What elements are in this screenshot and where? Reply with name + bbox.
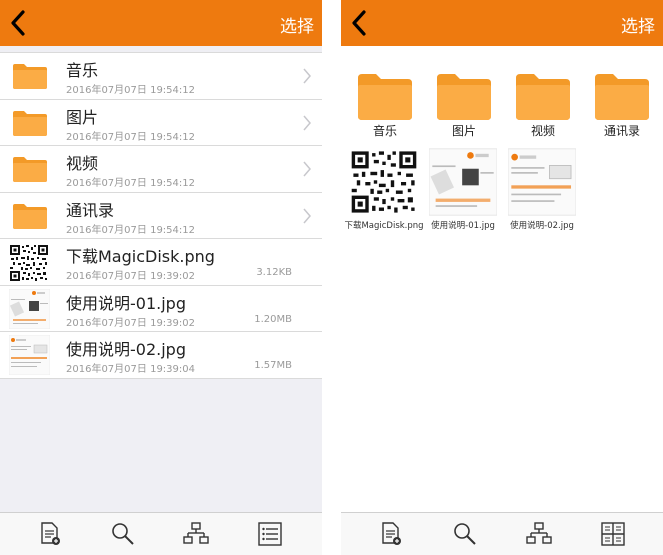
search-icon[interactable] bbox=[110, 521, 136, 547]
file-label: 下载MagicDisk.png bbox=[344, 221, 424, 231]
folder-icon bbox=[13, 157, 47, 182]
file-list: 音乐 2016年07月07日 19:54:12 图片 2016年07月07日 1… bbox=[0, 52, 322, 379]
list-item[interactable]: 视频 2016年07月07日 19:54:12 bbox=[0, 146, 322, 193]
item-date: 2016年07月07日 19:54:12 bbox=[66, 224, 195, 236]
bottom-toolbar bbox=[0, 512, 322, 555]
folder-icon[interactable] bbox=[593, 64, 651, 130]
grid-view-screen: 选择 音乐 图片 视频 通讯录 下载MagicDisk.png 使用说明-01.… bbox=[341, 0, 663, 555]
document-thumbnail bbox=[9, 288, 50, 329]
item-date: 2016年07月07日 19:39:04 bbox=[66, 364, 195, 375]
item-date: 2016年07月07日 19:54:12 bbox=[66, 85, 195, 96]
file-label: 使用说明-01.jpg bbox=[431, 221, 495, 231]
folder-icon bbox=[13, 64, 47, 89]
new-document-icon[interactable] bbox=[37, 521, 63, 547]
item-name: 视频 bbox=[66, 154, 99, 173]
list-view-icon[interactable] bbox=[257, 521, 283, 547]
grid-view-icon[interactable] bbox=[600, 521, 626, 547]
item-name: 使用说明-02.jpg bbox=[66, 340, 186, 359]
item-name: 图片 bbox=[66, 107, 99, 127]
list-item[interactable]: 音乐 2016年07月07日 19:54:12 bbox=[0, 52, 322, 100]
back-icon[interactable] bbox=[347, 8, 373, 38]
chevron-right-icon bbox=[303, 161, 311, 177]
folder-label: 通讯录 bbox=[603, 124, 640, 138]
folder-label: 音乐 bbox=[372, 124, 397, 138]
list-item[interactable]: 图片 2016年07月07日 19:54:12 bbox=[0, 100, 322, 146]
item-name: 下载MagicDisk.png bbox=[66, 247, 215, 266]
select-button[interactable]: 选择 bbox=[621, 12, 655, 37]
item-name: 使用说明-01.jpg bbox=[66, 293, 186, 313]
folder-icon[interactable] bbox=[435, 64, 493, 130]
qr-code-thumbnail bbox=[9, 244, 49, 282]
list-item[interactable]: 使用说明-01.jpg 2016年07月07日 19:39:02 1.20MB bbox=[0, 286, 322, 332]
item-date: 2016年07月07日 19:54:12 bbox=[66, 131, 195, 143]
list-item[interactable]: 下载MagicDisk.png 2016年07月07日 19:39:02 3.1… bbox=[0, 239, 322, 286]
item-name: 音乐 bbox=[66, 61, 99, 80]
list-item[interactable]: 通讯录 2016年07月07日 19:54:12 bbox=[0, 193, 322, 239]
item-name: 通讯录 bbox=[66, 200, 115, 220]
back-icon[interactable] bbox=[6, 8, 32, 38]
chevron-right-icon bbox=[303, 208, 311, 223]
nav-bar: 选择 bbox=[0, 0, 322, 46]
hierarchy-icon[interactable] bbox=[526, 521, 552, 547]
document-thumbnail[interactable] bbox=[429, 148, 497, 216]
nav-bar: 选择 bbox=[341, 0, 663, 46]
list-item[interactable]: 使用说明-02.jpg 2016年07月07日 19:39:04 1.57MB bbox=[0, 332, 322, 379]
list-view-screen: 选择 音乐 2016年07月07日 19:54:12 图片 2016年07月07… bbox=[0, 0, 322, 555]
item-date: 2016年07月07日 19:39:02 bbox=[66, 317, 195, 329]
folder-icon bbox=[13, 110, 47, 136]
screen-divider bbox=[322, 0, 341, 555]
item-size: 1.57MB bbox=[254, 360, 292, 371]
hierarchy-icon[interactable] bbox=[183, 521, 209, 547]
folder-label: 视频 bbox=[530, 124, 555, 138]
search-icon[interactable] bbox=[452, 521, 478, 547]
file-label: 使用说明-02.jpg bbox=[510, 221, 574, 231]
folder-label: 图片 bbox=[451, 124, 476, 138]
qr-code-thumbnail[interactable] bbox=[350, 148, 418, 216]
folder-icon[interactable] bbox=[514, 64, 572, 130]
item-date: 2016年07月07日 19:39:02 bbox=[66, 271, 195, 282]
chevron-right-icon bbox=[303, 115, 311, 130]
select-button[interactable]: 选择 bbox=[280, 12, 314, 37]
item-date: 2016年07月07日 19:54:12 bbox=[66, 178, 195, 189]
chevron-right-icon bbox=[303, 68, 311, 84]
item-size: 3.12KB bbox=[256, 267, 292, 278]
document-thumbnail[interactable] bbox=[508, 148, 576, 216]
folder-icon[interactable] bbox=[356, 64, 414, 130]
document-thumbnail bbox=[9, 335, 50, 375]
bottom-toolbar bbox=[341, 512, 663, 555]
folder-icon bbox=[13, 203, 47, 229]
new-document-icon[interactable] bbox=[378, 521, 404, 547]
item-size: 1.20MB bbox=[254, 313, 292, 325]
